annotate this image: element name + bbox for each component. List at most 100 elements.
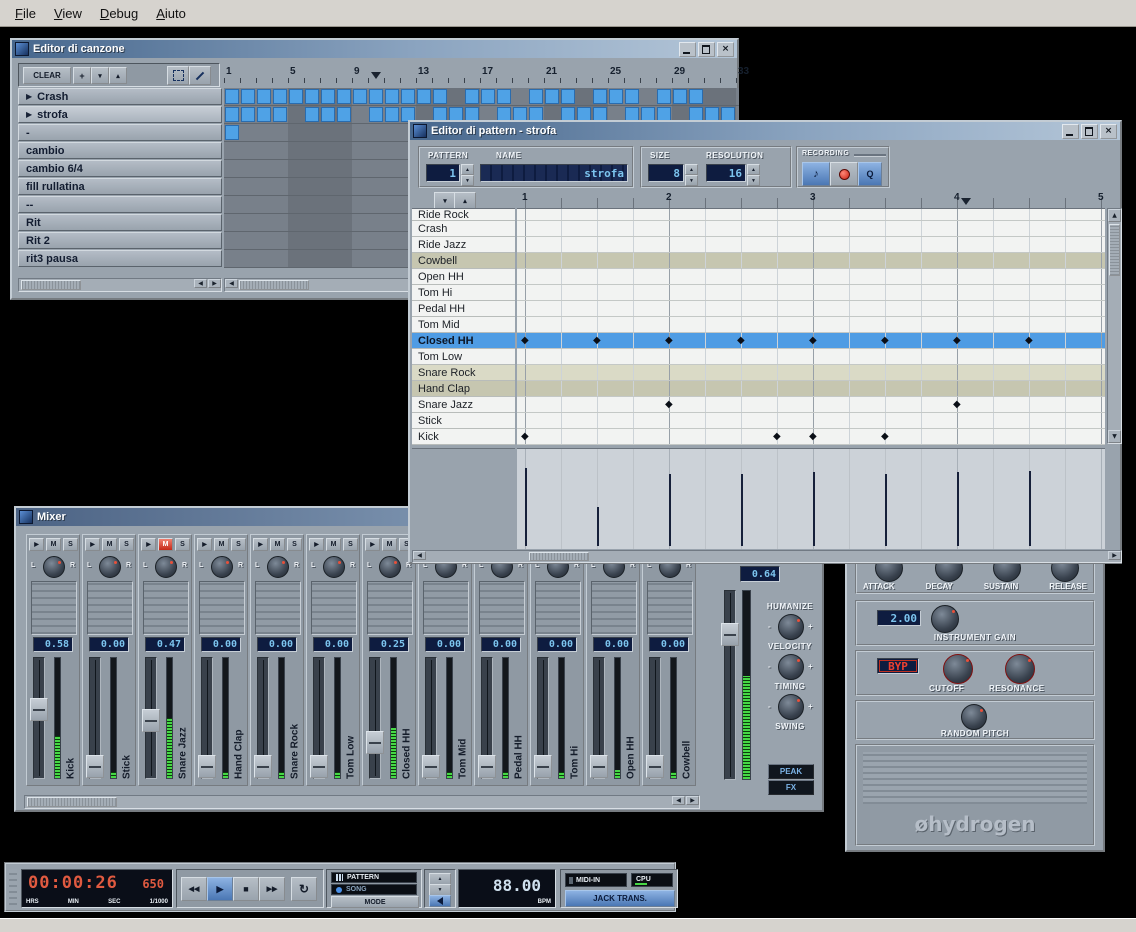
metronome-button[interactable] [429, 895, 451, 907]
note-marker[interactable]: ◆ [953, 397, 961, 412]
pattern-list-item[interactable]: cambio 6/4 [18, 160, 222, 177]
pattern-cell[interactable] [353, 89, 367, 104]
instrument-row-label[interactable]: Stick [412, 413, 515, 429]
pattern-grid-row[interactable] [517, 209, 1105, 221]
pattern-cell[interactable] [225, 125, 239, 140]
pe-ruler[interactable]: 12345 [515, 190, 1105, 208]
strip-fader[interactable] [30, 698, 48, 721]
instrument-row-label[interactable]: Closed HH [412, 333, 515, 349]
instrument-row-label[interactable]: Ride Rock [412, 209, 515, 221]
pattern-cell[interactable] [305, 89, 319, 104]
strip-fader[interactable] [142, 709, 160, 732]
minimize-button[interactable] [679, 42, 696, 57]
pattern-name-lcd[interactable]: strofa [480, 164, 628, 182]
jack-transport-button[interactable]: JACK TRANS. [565, 890, 675, 907]
note-marker[interactable]: ◆ [809, 333, 817, 348]
pattern-cell[interactable] [465, 89, 479, 104]
pattern-cell[interactable] [225, 107, 239, 122]
pattern-cell[interactable] [273, 107, 287, 122]
note-marker[interactable]: ◆ [665, 333, 673, 348]
pattern-cell[interactable] [321, 89, 335, 104]
scroll-right-icon[interactable]: ▶ [208, 279, 221, 288]
fx-button[interactable]: FX [768, 780, 814, 795]
velocity-bar[interactable] [597, 507, 599, 546]
quantize-button[interactable]: Q [858, 162, 882, 186]
peak-button[interactable]: PEAK [768, 764, 814, 779]
pattern-cell[interactable] [257, 89, 271, 104]
instrument-row-label[interactable]: Pedal HH [412, 301, 515, 317]
pattern-cell[interactable] [337, 107, 351, 122]
song-ruler[interactable]: 159131721252933 [224, 64, 739, 84]
strip-play-button[interactable]: ▶ [365, 538, 380, 551]
pattern-cell[interactable] [481, 89, 495, 104]
pattern-cell[interactable] [497, 89, 511, 104]
velocity-bar[interactable] [885, 474, 887, 546]
pattern-cell[interactable] [385, 107, 399, 122]
instrument-row-label[interactable]: Open HH [412, 269, 515, 285]
strip-fader[interactable] [590, 755, 608, 778]
pattern-cell[interactable] [529, 89, 543, 104]
note-marker[interactable]: ◆ [809, 429, 817, 444]
menu-debug[interactable]: Debug [91, 3, 147, 24]
cutoff-knob[interactable] [943, 654, 973, 684]
resonance-knob[interactable] [1005, 654, 1035, 684]
pattern-grid-row[interactable]: ◆◆◆◆ [517, 429, 1105, 445]
hear-notes-button[interactable]: ♪ [802, 162, 830, 186]
pattern-grid-row[interactable] [517, 269, 1105, 285]
note-marker[interactable]: ◆ [881, 429, 889, 444]
pattern-cell[interactable] [273, 89, 287, 104]
master-fader[interactable] [721, 623, 739, 646]
strip-fader[interactable] [86, 755, 104, 778]
forward-button[interactable]: ▶▶ [259, 877, 285, 901]
strip-play-button[interactable]: ▶ [29, 538, 44, 551]
strip-mute-button[interactable]: M [102, 538, 117, 551]
pattern-list-item[interactable]: Rit [18, 214, 222, 231]
pattern-cell[interactable] [369, 89, 383, 104]
strip-mute-button[interactable]: M [46, 538, 61, 551]
instrument-row-label[interactable]: Snare Jazz [412, 397, 515, 413]
scroll-right-icon[interactable]: ▶ [1108, 551, 1121, 560]
strip-mute-button[interactable]: M [270, 538, 285, 551]
instrument-row-label[interactable]: Snare Rock [412, 365, 515, 381]
strip-fader[interactable] [534, 755, 552, 778]
pan-knob[interactable] [379, 556, 401, 578]
pattern-list-item[interactable]: - [18, 124, 222, 141]
humanize-timing-knob[interactable] [778, 654, 804, 680]
note-marker[interactable]: ◆ [665, 397, 673, 412]
pattern-list-item[interactable]: Rit 2 [18, 232, 222, 249]
close-button[interactable]: × [717, 42, 734, 57]
strip-mute-button[interactable]: M [214, 538, 229, 551]
pattern-list-item[interactable]: ▶Crash [18, 88, 222, 105]
note-marker[interactable]: ◆ [593, 333, 601, 348]
scroll-left-icon[interactable]: ◀ [225, 279, 238, 288]
strip-solo-button[interactable]: S [287, 538, 302, 551]
pattern-grid-row[interactable] [517, 253, 1105, 269]
instrument-row-label[interactable]: Tom Mid [412, 317, 515, 333]
pattern-cell[interactable] [241, 107, 255, 122]
clear-button[interactable]: CLEAR [23, 67, 71, 84]
rewind-button[interactable]: ◀◀ [181, 877, 207, 901]
velocity-bar[interactable] [1029, 471, 1031, 546]
menu-view[interactable]: View [45, 3, 91, 24]
move-down-button[interactable]: ▾ [91, 67, 109, 84]
strip-solo-button[interactable]: S [343, 538, 358, 551]
pattern-grid-row[interactable] [517, 381, 1105, 397]
strip-solo-button[interactable]: S [175, 538, 190, 551]
pattern-list-item[interactable]: cambio [18, 142, 222, 159]
record-button[interactable] [830, 162, 858, 186]
velocity-bar[interactable] [741, 474, 743, 546]
strip-fader[interactable] [254, 755, 272, 778]
pattern-cell[interactable] [625, 89, 639, 104]
pe-rows[interactable]: ◆◆◆◆◆◆◆◆◆◆◆◆◆◆ [517, 208, 1105, 445]
pattern-cell[interactable] [369, 107, 383, 122]
song-mode-button[interactable]: SONG [331, 884, 417, 895]
strip-fader[interactable] [478, 755, 496, 778]
strip-play-button[interactable]: ▶ [309, 538, 324, 551]
select-mode-button[interactable] [167, 66, 189, 85]
draw-mode-button[interactable] [189, 66, 211, 85]
strip-play-button[interactable]: ▶ [197, 538, 212, 551]
swing-knob[interactable] [778, 694, 804, 720]
strip-mute-button[interactable]: M [158, 538, 173, 551]
strip-play-button[interactable]: ▶ [141, 538, 156, 551]
pattern-list-item[interactable]: fill rullatina [18, 178, 222, 195]
